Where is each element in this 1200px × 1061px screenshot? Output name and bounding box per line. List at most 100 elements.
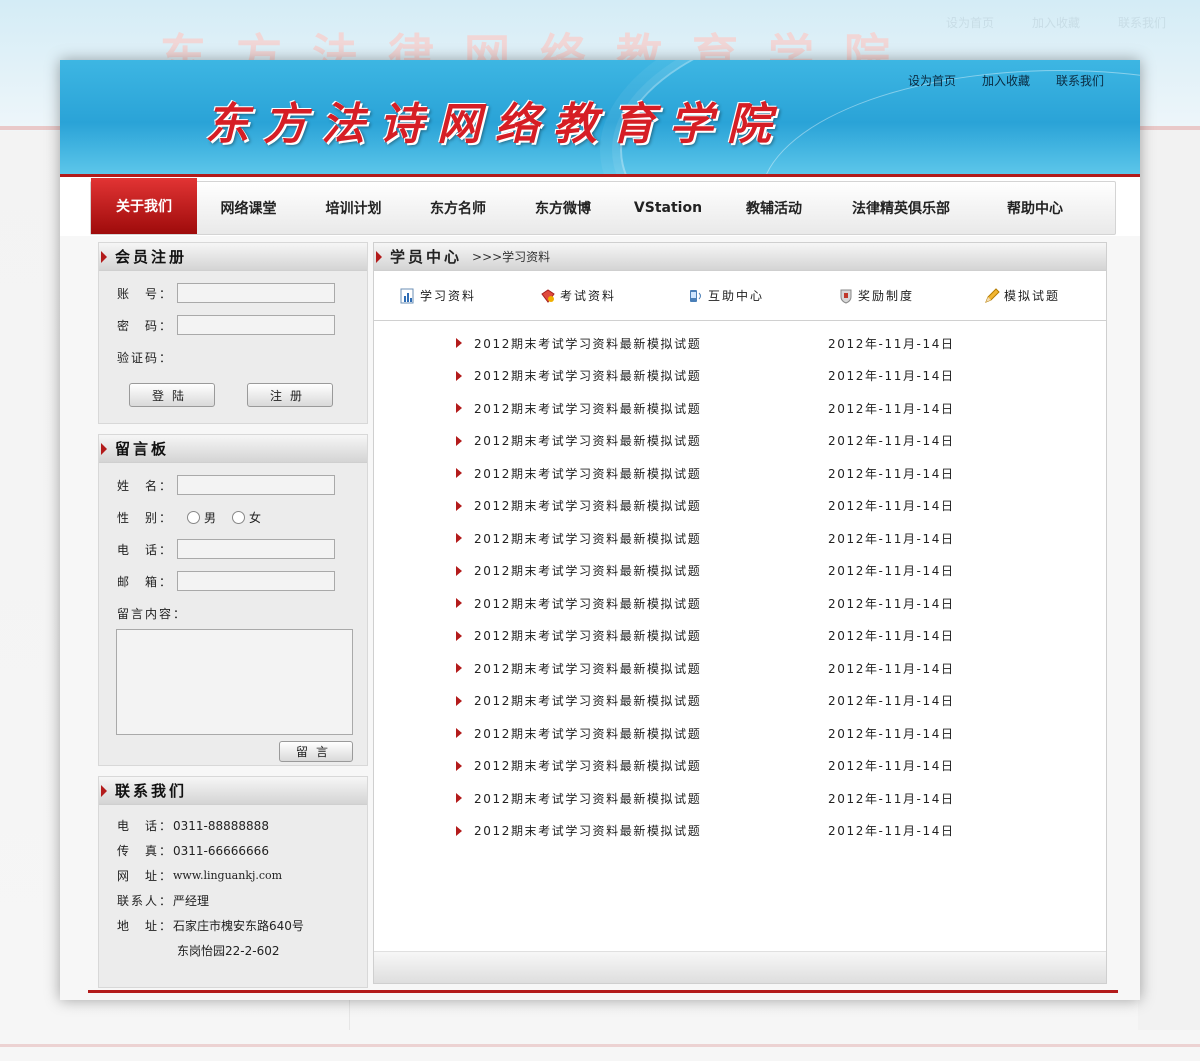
phone-row: 电 话： — [99, 533, 367, 565]
list-item-date: 2012年-11月-14日 — [828, 596, 955, 611]
account-input[interactable] — [177, 283, 335, 303]
list-item-title[interactable]: 2012期末考试学习资料最新模拟试题 — [474, 595, 828, 612]
tab-mock-exams-label: 模拟试题 — [1004, 289, 1061, 303]
bullet-icon — [456, 598, 462, 609]
login-button[interactable]: 登陆 — [129, 383, 215, 407]
bullet-icon — [456, 565, 462, 576]
bullet-icon — [456, 695, 462, 706]
nav-famous-teachers[interactable]: 东方名师 — [407, 182, 509, 234]
list-item-title[interactable]: 2012期末考试学习资料最新模拟试题 — [474, 660, 828, 677]
list-item-title[interactable]: 2012期末考试学习资料最新模拟试题 — [474, 432, 828, 449]
tab-exam-materials-label: 考试资料 — [560, 289, 617, 303]
list-item-title[interactable]: 2012期末考试学习资料最新模拟试题 — [474, 465, 828, 482]
submit-message-button[interactable]: 留言 — [279, 741, 353, 762]
nav-help-center[interactable]: 帮助中心 — [973, 182, 1097, 234]
tab-reward-system-label: 奖励制度 — [858, 289, 915, 303]
password-label: 密 码： — [117, 318, 174, 333]
captcha-row: 验证码： — [99, 341, 367, 373]
list-item-date: 2012年-11月-14日 — [828, 694, 955, 709]
background-footer-bar — [0, 1044, 1200, 1047]
nav-about-us[interactable]: 关于我们 — [91, 178, 197, 234]
list-item-title[interactable]: 2012期末考试学习资料最新模拟试题 — [474, 367, 828, 384]
bullet-icon — [456, 793, 462, 804]
list-item-date: 2012年-11月-14日 — [828, 726, 955, 741]
tab-mock-exams[interactable]: 模拟试题 — [984, 287, 1060, 304]
nav-law-elite-club[interactable]: 法律精英俱乐部 — [829, 182, 973, 234]
contact-address: 地 址： 石家庄市槐安东路640号 — [99, 913, 367, 938]
list-item: 2012期末考试学习资料最新模拟试题 2012年-11月-14日 — [374, 587, 1106, 620]
contact-person-label: 联系人： — [117, 894, 174, 908]
list-item: 2012期末考试学习资料最新模拟试题 2012年-11月-14日 — [374, 782, 1106, 815]
message-board-panel: 留言板 姓 名： 性 别： 男 女 电 话： 邮 箱： 留言内容： 留言 — [98, 434, 368, 766]
login-panel-title: 会员注册 — [115, 248, 188, 266]
contact-address-label: 地 址： — [117, 919, 174, 933]
contact-address-2: 东岗怡园22-2-602 — [99, 938, 367, 963]
gender-female-option[interactable]: 女 — [232, 509, 261, 526]
name-input[interactable] — [177, 475, 335, 495]
female-radio[interactable] — [232, 510, 246, 524]
list-item-title[interactable]: 2012期末考试学习资料最新模拟试题 — [474, 692, 828, 709]
tab-mutual-help[interactable]: 互助中心 — [688, 287, 838, 304]
name-label: 姓 名： — [117, 478, 174, 493]
list-item-date: 2012年-11月-14日 — [828, 466, 955, 481]
list-item: 2012期末考试学习资料最新模拟试题 2012年-11月-14日 — [374, 457, 1106, 490]
list-item-title[interactable]: 2012期末考试学习资料最新模拟试题 — [474, 497, 828, 514]
message-content-textarea[interactable] — [116, 629, 353, 735]
contact-us-link[interactable]: 联系我们 — [1056, 72, 1104, 89]
list-item-title[interactable]: 2012期末考试学习资料最新模拟试题 — [474, 627, 828, 644]
list-item-title[interactable]: 2012期末考试学习资料最新模拟试题 — [474, 822, 828, 839]
email-row: 邮 箱： — [99, 565, 367, 597]
login-panel-header: 会员注册 — [99, 243, 367, 271]
gender-label: 性 别： — [117, 510, 174, 525]
list-item-title[interactable]: 2012期末考试学习资料最新模拟试题 — [474, 757, 828, 774]
tab-exam-materials[interactable]: 考试资料 — [540, 287, 688, 304]
password-input[interactable] — [177, 315, 335, 335]
message-board-header: 留言板 — [99, 435, 367, 463]
message-submit-row: 留言 — [99, 741, 367, 762]
nav-training-plan[interactable]: 培训计划 — [300, 182, 407, 234]
list-item-date: 2012年-11月-14日 — [828, 369, 955, 384]
list-item-date: 2012年-11月-14日 — [828, 564, 955, 579]
main-nav-bar: 关于我们 网络课堂 培训计划 东方名师 东方微博 VStation 教辅活动 法… — [60, 174, 1140, 236]
list-item-title[interactable]: 2012期末考试学习资料最新模拟试题 — [474, 790, 828, 807]
nav-vstation[interactable]: VStation — [617, 182, 719, 234]
list-item-title[interactable]: 2012期末考试学习资料最新模拟试题 — [474, 335, 828, 352]
contact-panel-header: 联系我们 — [99, 777, 367, 805]
bullet-icon — [456, 533, 462, 544]
phone-input[interactable] — [177, 539, 335, 559]
tab-reward-system[interactable]: 奖励制度 — [838, 287, 984, 304]
left-sidebar: 会员注册 账 号： 密 码： 验证码： 登陆 注册 留言板 姓 名： 性 别： … — [98, 242, 368, 998]
contact-address-line1: 石家庄市槐安东路640号 — [173, 919, 304, 933]
gift-icon — [541, 288, 555, 303]
student-center-panel: 学员中心 >>>学习资料 学习资料 考试资料 互助中心 奖励制度 模拟试题 20… — [373, 242, 1107, 984]
list-item-title[interactable]: 2012期末考试学习资料最新模拟试题 — [474, 530, 828, 547]
red-triangle-icon — [101, 442, 107, 455]
contact-fax-label: 传 真： — [117, 844, 174, 858]
list-item-date: 2012年-11月-14日 — [828, 336, 955, 351]
breadcrumb: >>>学习资料 — [472, 250, 551, 264]
nav-weibo[interactable]: 东方微博 — [509, 182, 617, 234]
tab-study-materials[interactable]: 学习资料 — [400, 287, 540, 304]
contact-fax: 传 真： 0311-66666666 — [99, 838, 367, 863]
main-nav: 关于我们 网络课堂 培训计划 东方名师 东方微博 VStation 教辅活动 法… — [90, 178, 1116, 235]
bullet-icon — [456, 728, 462, 739]
list-item-title[interactable]: 2012期末考试学习资料最新模拟试题 — [474, 725, 828, 742]
gender-male-option[interactable]: 男 — [187, 509, 216, 526]
set-homepage-link[interactable]: 设为首页 — [908, 72, 956, 89]
nav-tutoring-activities[interactable]: 教辅活动 — [719, 182, 829, 234]
add-favorite-link[interactable]: 加入收藏 — [982, 72, 1030, 89]
student-center-header: 学员中心 >>>学习资料 — [374, 243, 1106, 271]
list-item-title[interactable]: 2012期末考试学习资料最新模拟试题 — [474, 400, 828, 417]
list-item-title[interactable]: 2012期末考试学习资料最新模拟试题 — [474, 562, 828, 579]
contact-phone-value: 0311-88888888 — [173, 818, 269, 833]
bullet-icon — [456, 825, 462, 836]
email-input[interactable] — [177, 571, 335, 591]
register-button[interactable]: 注册 — [247, 383, 333, 407]
list-item: 2012期末考试学习资料最新模拟试题 2012年-11月-14日 — [374, 327, 1106, 360]
name-row: 姓 名： — [99, 469, 367, 501]
contact-phone: 电 话： 0311-88888888 — [99, 813, 367, 838]
password-row: 密 码： — [99, 309, 367, 341]
captcha-label: 验证码： — [117, 350, 174, 365]
nav-online-classroom[interactable]: 网络课堂 — [197, 182, 300, 234]
male-radio[interactable] — [187, 510, 200, 524]
